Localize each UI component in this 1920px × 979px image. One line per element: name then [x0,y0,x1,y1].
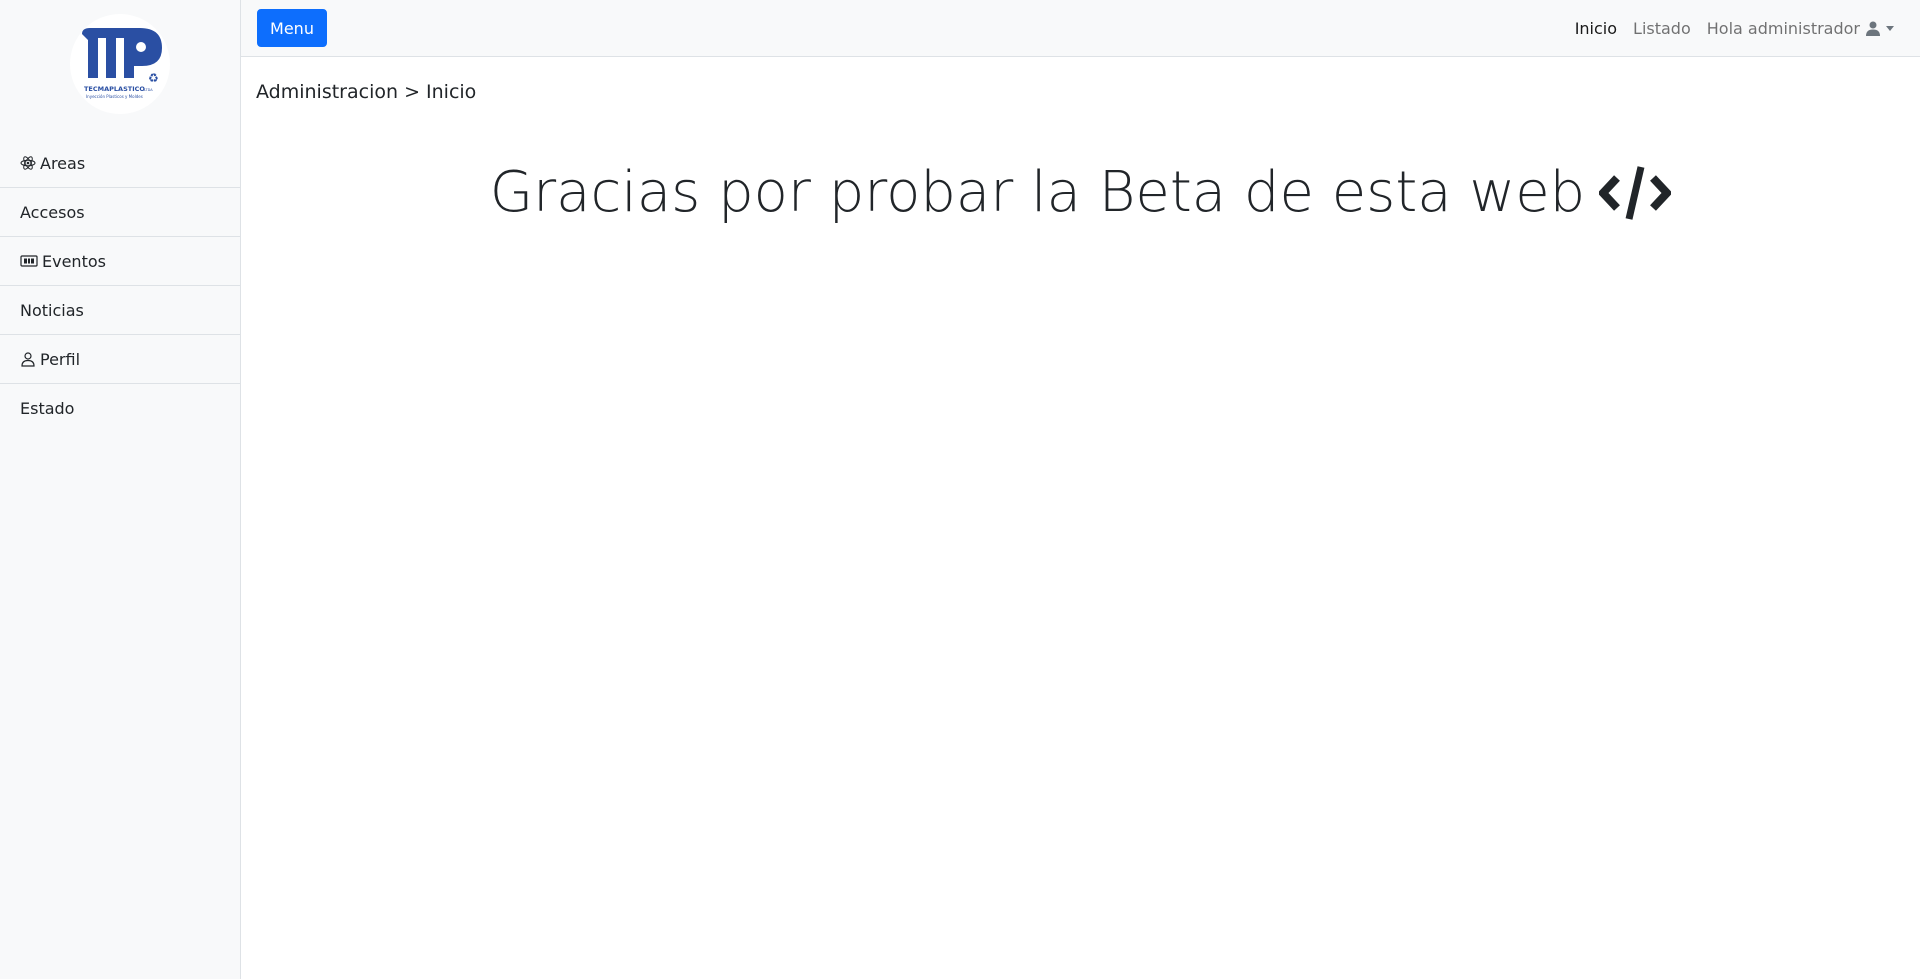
headline-text: Gracias por probar la Beta de esta web [489,160,1586,225]
sidebar-item-estado[interactable]: Estado [0,384,240,433]
menu-button[interactable]: Menu [257,9,327,47]
nav-link-listado[interactable]: Listado [1633,19,1691,38]
logo-graphic: ♻ TECMAPLASTICO LTDA Inyección Plasticos… [82,28,162,99]
sidebar-item-label: Estado [20,399,75,418]
top-navbar: Menu Inicio Listado Hola administrador [241,0,1920,57]
code-icon [1599,164,1672,222]
sidebar: ♻ TECMAPLASTICO LTDA Inyección Plasticos… [0,0,241,979]
sidebar-item-label: Perfil [40,349,81,369]
svg-text:Inyección Plasticos y Moldes: Inyección Plasticos y Moldes [86,94,143,99]
sidebar-item-eventos[interactable]: Eventos [0,237,240,286]
nav-link-inicio[interactable]: Inicio [1575,19,1617,38]
svg-text:LTDA: LTDA [144,88,153,92]
sidebar-item-label: Noticias [20,300,84,320]
chevron-down-icon [1886,26,1894,31]
welcome-headline: Gracias por probar la Beta de esta web [241,160,1920,225]
sidebar-item-label: Accesos [20,202,85,222]
user-dropdown[interactable]: Hola administrador [1707,19,1894,38]
atom-icon [20,155,36,171]
top-nav-links: Inicio Listado Hola administrador [1559,0,1894,57]
sidebar-item-perfil[interactable]: Perfil [0,335,240,384]
user-icon [1866,21,1880,36]
person-icon [20,351,36,367]
sidebar-item-noticias[interactable]: Noticias [0,286,240,335]
sidebar-item-accesos[interactable]: Accesos [0,188,240,237]
user-greeting: Hola administrador [1706,19,1860,38]
breadcrumb: Administracion > Inicio [256,81,477,103]
ticket-icon [20,254,38,268]
sidebar-item-label: Eventos [42,251,106,271]
svg-text:TECMAPLASTICO: TECMAPLASTICO [84,85,145,93]
sidebar-item-label: Areas [40,153,86,173]
sidebar-item-areas[interactable]: Areas [0,139,240,188]
company-logo[interactable]: ♻ TECMAPLASTICO LTDA Inyección Plasticos… [70,14,170,114]
logo-container: ♻ TECMAPLASTICO LTDA Inyección Plasticos… [0,0,240,139]
svg-text:♻: ♻ [148,71,159,85]
